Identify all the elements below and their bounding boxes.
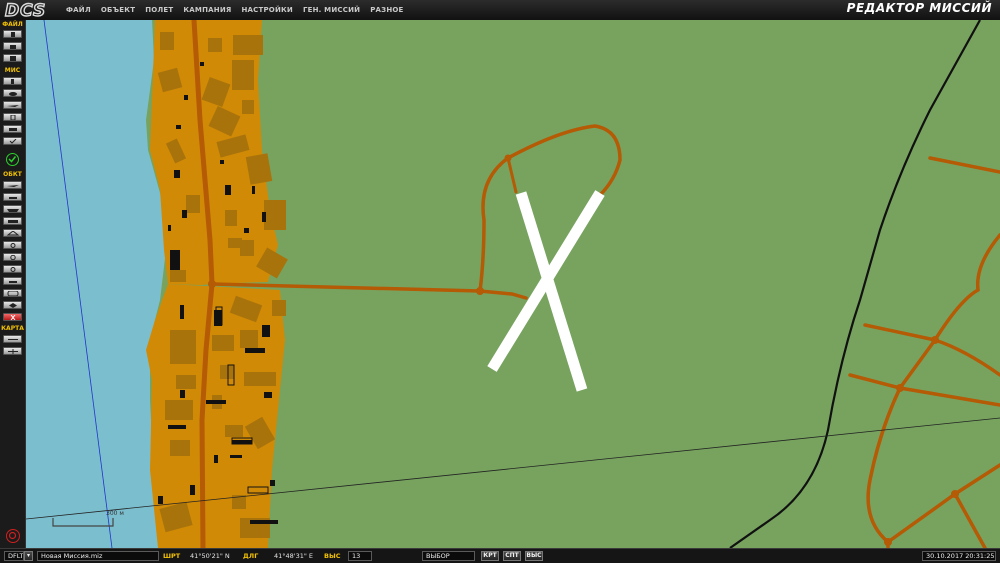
add-plane-button[interactable] [3, 181, 22, 189]
menu-settings[interactable]: НАСТРОЙКИ [241, 6, 293, 14]
power-icon [8, 531, 17, 540]
add-target-button[interactable] [3, 253, 22, 261]
dcs-logo: DCS [4, 1, 46, 19]
navpoint-icon [10, 267, 16, 272]
app-title: РЕДАКТОР МИССИЙ [846, 1, 992, 15]
section-objects-label: ОБКТ [3, 171, 22, 178]
mission-weather-button[interactable] [3, 89, 22, 97]
helicopter-icon [9, 197, 17, 199]
status-bar: DFLT ▾ Новая Миссия.miz ШРТ 41°50'21" N … [0, 548, 1000, 563]
sea-area [26, 20, 166, 548]
mission-triggers-button[interactable] [3, 113, 22, 121]
mission-briefing-button[interactable] [3, 77, 22, 85]
datetime-display: 30.10.2017 20:31:25 [922, 551, 996, 561]
briefing-icon [11, 79, 14, 84]
folder-icon [10, 45, 16, 49]
checkmark-icon [9, 139, 17, 144]
chevron-down-icon: ▾ [26, 552, 30, 559]
exit-icon[interactable] [6, 529, 20, 543]
mission-resources-button[interactable] [3, 125, 22, 133]
aircraft-icon [7, 105, 19, 107]
town-north [150, 20, 278, 285]
altitude-label: ВЫС [324, 552, 341, 560]
map-canvas[interactable]: 300 м [26, 20, 1000, 548]
zone-icon [10, 243, 16, 248]
section-file-label: ФАЙЛ [2, 21, 23, 28]
new-file-icon [11, 32, 15, 37]
mission-goals-button[interactable] [3, 101, 22, 109]
mission-map[interactable]: 300 м [26, 20, 1000, 548]
section-map-label: КАРТА [1, 325, 24, 332]
section-mission-label: МИС [4, 67, 21, 74]
target-icon [10, 255, 16, 260]
add-static-button[interactable] [3, 229, 22, 237]
altitude-field: 13 [348, 551, 372, 561]
longitude-value: 41°48'31" E [274, 552, 314, 560]
save-icon [10, 56, 16, 61]
map-view-button[interactable]: КРТ [481, 551, 499, 561]
add-template-button[interactable] [3, 289, 22, 297]
longitude-label: ДЛГ [243, 552, 259, 560]
open-file-button[interactable] [3, 42, 22, 50]
menu-object[interactable]: ОБЪЕКТ [101, 6, 135, 14]
airfield-icon [9, 281, 17, 283]
goal-icon [9, 303, 17, 308]
selection-field[interactable]: ВЫБОР [422, 551, 475, 561]
mission-check-button[interactable] [3, 137, 22, 145]
green-check-icon [8, 156, 17, 163]
latitude-value: 41°50'21" N [190, 552, 230, 560]
menu-misc[interactable]: РАЗНОЕ [370, 6, 403, 14]
mission-ok-icon[interactable] [6, 153, 19, 166]
add-ship-button[interactable] [3, 205, 22, 213]
menu-campaign[interactable]: КАМПАНИЯ [183, 6, 231, 14]
coalition-dropdown-button[interactable]: ▾ [24, 551, 33, 561]
menu-flight[interactable]: ПОЛЕТ [145, 6, 173, 14]
coalition-select[interactable]: DFLT [4, 551, 24, 561]
delete-icon [10, 315, 16, 320]
add-zone-button[interactable] [3, 241, 22, 249]
save-file-button[interactable] [3, 54, 22, 62]
map-options-icon [8, 349, 18, 354]
menu-file[interactable]: ФАЙЛ [66, 6, 91, 14]
ship-icon [7, 209, 19, 212]
scale-label: 300 м [106, 510, 124, 517]
ruler-icon [8, 339, 18, 340]
mission-name-field: Новая Миссия.miz [37, 551, 159, 561]
plane-icon [7, 185, 19, 187]
add-airfield-button[interactable] [3, 277, 22, 285]
satellite-view-button[interactable]: СПТ [503, 551, 521, 561]
trigger-icon [10, 115, 16, 120]
map-options-button[interactable] [3, 347, 22, 355]
add-navpoint-button[interactable] [3, 265, 22, 273]
altitude-view-button[interactable]: ВЫС [525, 551, 543, 561]
map-ruler-button[interactable] [3, 335, 22, 343]
delete-object-button[interactable] [3, 313, 22, 321]
menu-mission-generator[interactable]: ГЕН. МИССИЙ [303, 6, 360, 14]
add-helicopter-button[interactable] [3, 193, 22, 201]
new-file-button[interactable] [3, 30, 22, 38]
add-goal-button[interactable] [3, 301, 22, 309]
cloud-icon [9, 92, 17, 96]
static-object-icon [6, 231, 20, 236]
top-menu-bar: DCS ФАЙЛ ОБЪЕКТ ПОЛЕТ КАМПАНИЯ НАСТРОЙКИ… [0, 0, 1000, 21]
main-menu: ФАЙЛ ОБЪЕКТ ПОЛЕТ КАМПАНИЯ НАСТРОЙКИ ГЕН… [66, 0, 414, 20]
vehicle-icon [8, 220, 18, 223]
latitude-label: ШРТ [163, 552, 181, 560]
add-vehicle-button[interactable] [3, 217, 22, 225]
resources-icon [9, 128, 17, 131]
tool-sidebar: ФАЙЛ МИС ОБКТ КАРТА [0, 20, 26, 548]
template-icon [7, 291, 19, 296]
logo-text: DCS [5, 1, 46, 19]
